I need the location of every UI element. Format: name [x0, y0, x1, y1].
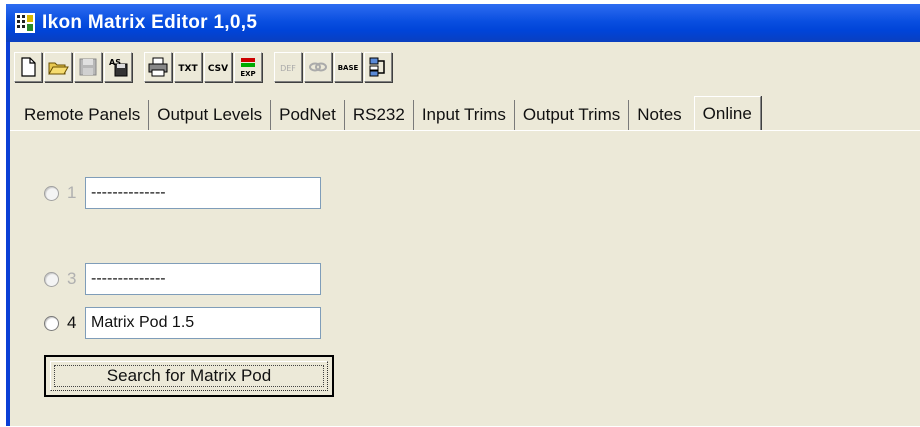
- tab-notes[interactable]: Notes: [629, 100, 689, 130]
- window-title: Ikon Matrix Editor 1,0,5: [42, 12, 258, 33]
- default-icon: DEF: [280, 64, 296, 73]
- new-file-icon: [21, 57, 36, 77]
- base-icon: BASE: [338, 64, 359, 72]
- tab-podnet[interactable]: PodNet: [271, 100, 345, 130]
- export-label: EXP: [240, 70, 255, 78]
- open-button[interactable]: [44, 52, 72, 82]
- export-csv-label: CSV: [208, 64, 228, 74]
- search-button-label: Search for Matrix Pod: [106, 366, 272, 385]
- tab-rs232[interactable]: RS232: [345, 100, 414, 130]
- pod-row-3: 3 --------------: [44, 263, 321, 295]
- save-icon: [79, 58, 97, 76]
- new-file-button[interactable]: [14, 52, 42, 82]
- network-button[interactable]: [364, 52, 392, 82]
- app-window: Ikon Matrix Editor 1,0,5 AS TXT CSV EXP …: [6, 4, 920, 426]
- tab-output-trims[interactable]: Output Trims: [515, 100, 630, 130]
- pod-row-4: 4 Matrix Pod 1.5: [44, 307, 321, 339]
- matrix-app-icon: [15, 13, 35, 33]
- tab-remote-panels[interactable]: Remote Panels: [16, 100, 150, 130]
- tab-strip: Remote Panels Output Levels PodNet RS232…: [16, 96, 761, 130]
- title-bar[interactable]: Ikon Matrix Editor 1,0,5: [6, 4, 920, 42]
- export-csv-button[interactable]: CSV: [204, 52, 232, 82]
- export-txt-icon: TXT: [178, 64, 198, 74]
- save-as-icon: AS: [109, 58, 128, 77]
- print-button[interactable]: [144, 52, 172, 82]
- pod-4-radio[interactable]: [44, 315, 59, 331]
- print-icon: [148, 57, 168, 77]
- export-button[interactable]: EXP: [234, 52, 262, 82]
- default-label: DEF: [280, 64, 296, 73]
- export-txt-button[interactable]: TXT: [174, 52, 202, 82]
- export-icon: EXP: [240, 58, 256, 78]
- pod-4-field[interactable]: Matrix Pod 1.5: [85, 307, 321, 339]
- pod-1-number: 1: [67, 183, 77, 202]
- pod-row-1: 1 --------------: [44, 177, 321, 209]
- toolbar: AS TXT CSV EXP DEF BASE: [10, 44, 920, 90]
- link-button[interactable]: [304, 52, 332, 82]
- export-csv-icon: CSV: [208, 64, 228, 74]
- online-panel: 1 -------------- 3 -------------- 4 Matr…: [10, 130, 920, 427]
- tab-input-trims[interactable]: Input Trims: [414, 100, 515, 130]
- pod-3-number: 3: [67, 269, 77, 288]
- pod-3-field[interactable]: --------------: [85, 263, 321, 295]
- save-button[interactable]: [74, 52, 102, 82]
- pod-1-field[interactable]: --------------: [85, 177, 321, 209]
- network-icon: [369, 57, 385, 77]
- base-label: BASE: [338, 64, 359, 72]
- pod-1-radio[interactable]: [44, 185, 59, 201]
- base-button[interactable]: BASE: [334, 52, 362, 82]
- search-matrix-pod-button[interactable]: Search for Matrix Pod: [44, 355, 334, 397]
- tab-output-levels[interactable]: Output Levels: [149, 100, 272, 130]
- link-icon: [309, 62, 327, 72]
- save-as-button[interactable]: AS: [104, 52, 132, 82]
- default-button[interactable]: DEF: [274, 52, 302, 82]
- tab-online[interactable]: Online: [693, 96, 761, 130]
- pod-3-radio[interactable]: [44, 271, 59, 287]
- export-txt-label: TXT: [178, 64, 198, 74]
- open-folder-icon: [48, 62, 69, 75]
- pod-4-number: 4: [67, 313, 77, 332]
